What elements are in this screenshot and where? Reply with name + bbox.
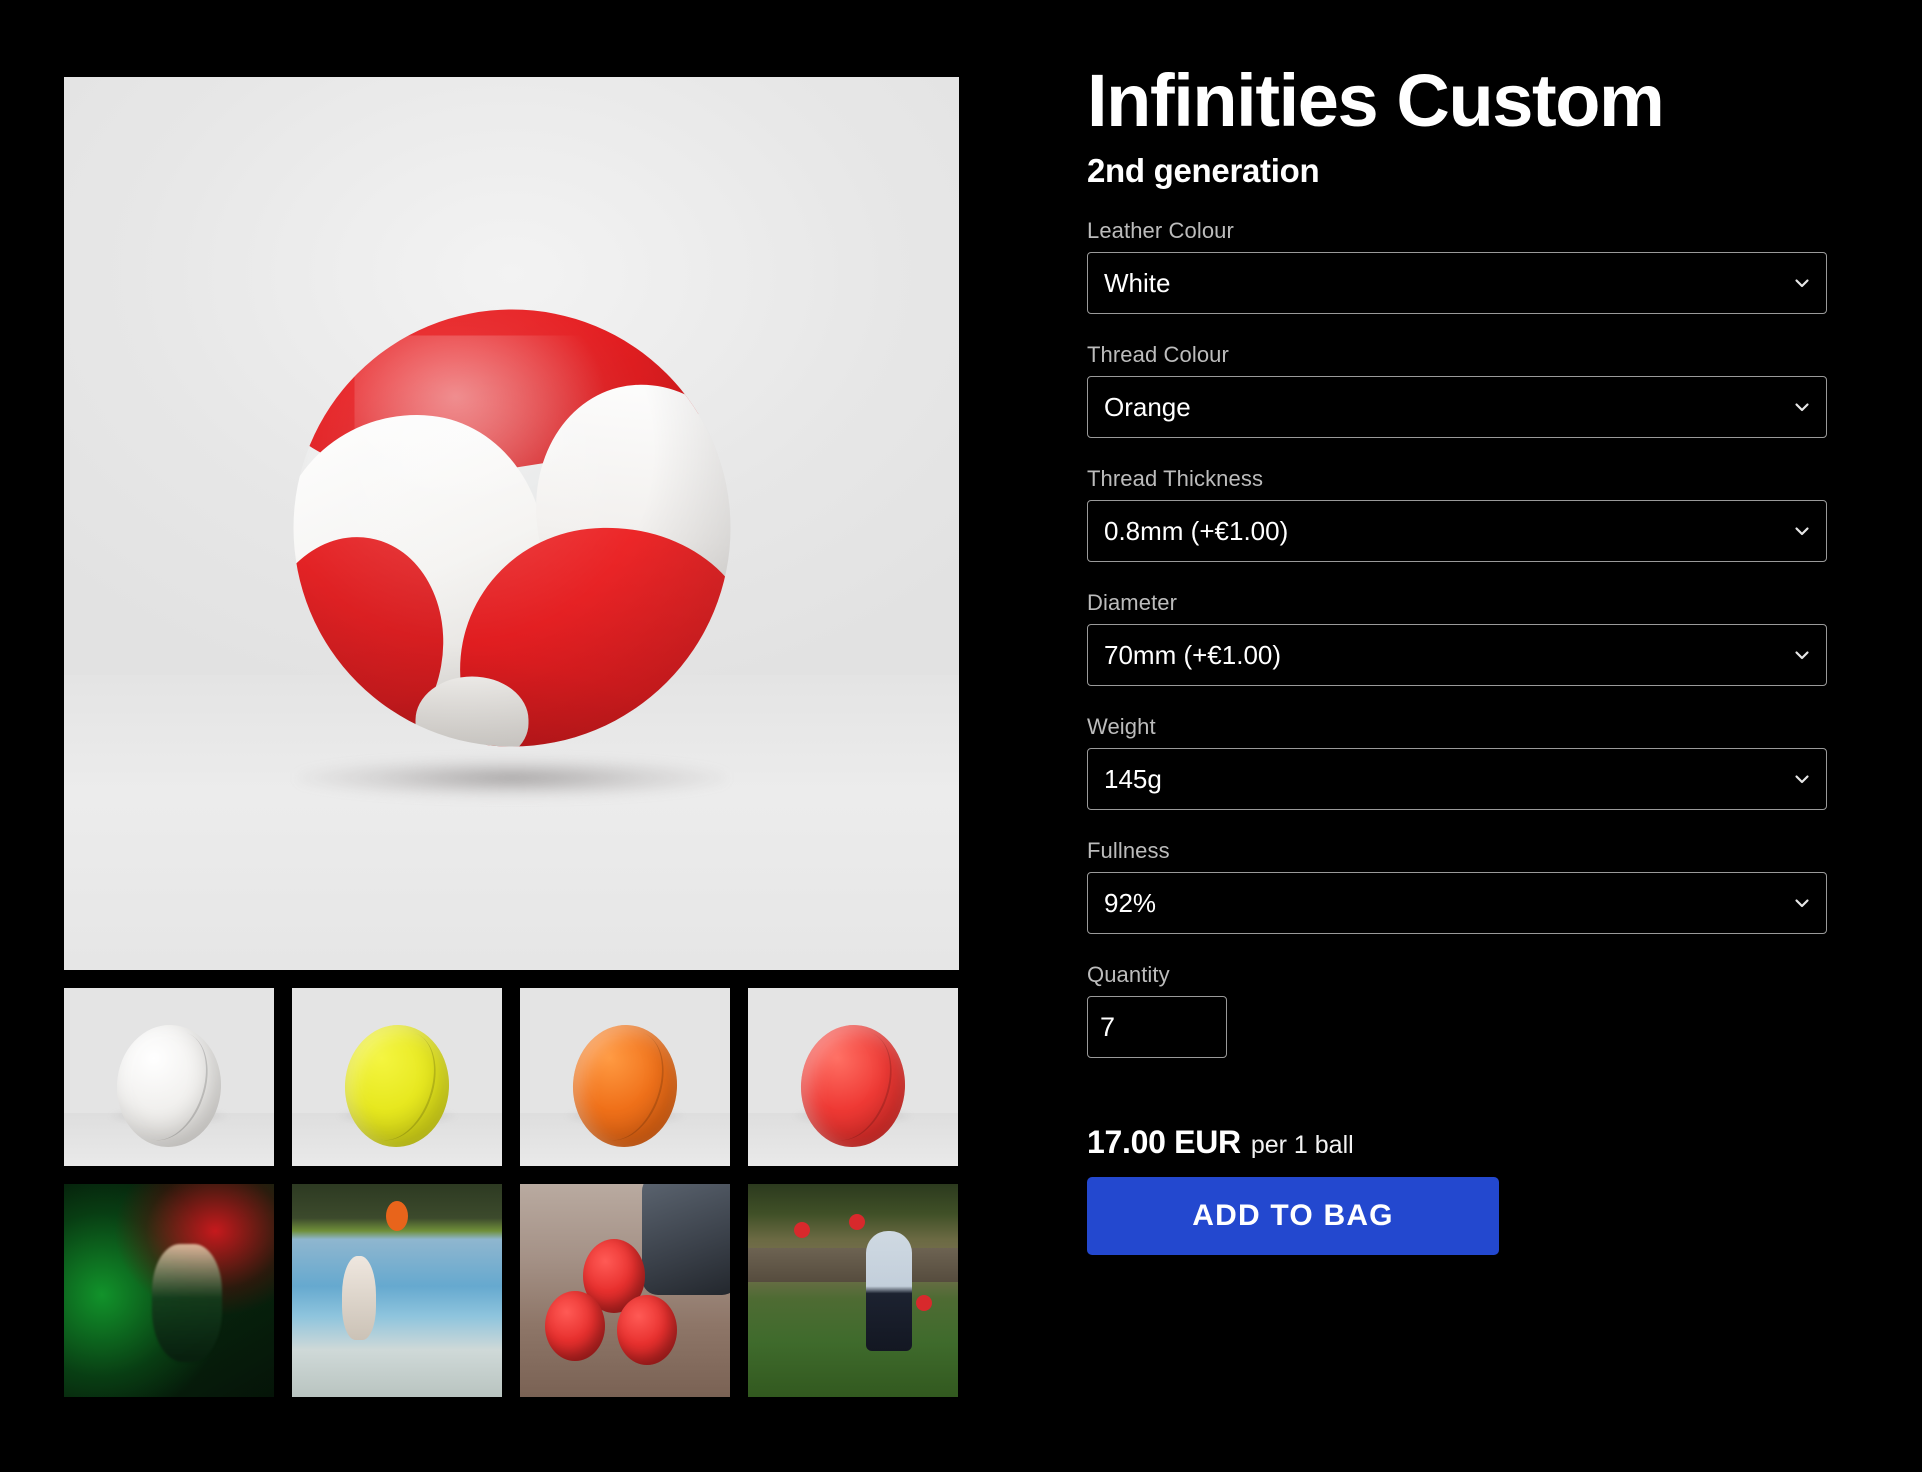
video-thumbnail-hand-holding-balls[interactable] xyxy=(520,1184,730,1397)
select-wrap-fullness: 92% xyxy=(1087,872,1827,934)
price-amount: 17.00 EUR xyxy=(1087,1124,1241,1160)
product-page: Infinities Custom 2nd generation Leather… xyxy=(0,0,1922,1472)
product-gallery xyxy=(64,77,959,1397)
select-value-weight: 145g xyxy=(1104,763,1162,794)
select-value-diameter: 70mm (+€1.00) xyxy=(1104,639,1282,670)
label-thread-colour: Thread Colour xyxy=(1087,342,1229,367)
video-ball xyxy=(545,1290,606,1361)
video-ball xyxy=(916,1294,932,1311)
thumbnail-orange-ball[interactable] xyxy=(520,988,730,1166)
price-row: 17.00 EUR per 1 ball xyxy=(1087,1124,1827,1161)
thumbnail-yellow-ball[interactable] xyxy=(292,988,502,1166)
select-wrap-weight: 145g xyxy=(1087,748,1827,810)
field-thread-colour: Thread Colour Orange xyxy=(1087,342,1827,438)
hero-ball-shadow xyxy=(296,758,727,798)
price-unit: per 1 ball xyxy=(1250,1131,1354,1159)
video-thumbnail-stage-lasers[interactable] xyxy=(64,1184,274,1397)
field-thread-thickness: Thread Thickness 0.8mm (+€1.00) xyxy=(1087,466,1827,562)
label-leather-colour: Leather Colour xyxy=(1087,218,1234,243)
select-value-fullness: 92% xyxy=(1104,887,1157,918)
select-fullness[interactable]: 92% xyxy=(1087,872,1827,934)
select-wrap-diameter: 70mm (+€1.00) xyxy=(1087,624,1827,686)
field-fullness: Fullness 92% xyxy=(1087,838,1827,934)
video-thumbnail-row xyxy=(64,1184,959,1397)
field-quantity: Quantity xyxy=(1087,962,1827,1058)
thumbnail-red-ball[interactable] xyxy=(748,988,958,1166)
hero-juggling-ball xyxy=(293,309,730,747)
label-weight: Weight xyxy=(1087,714,1156,739)
hero-image[interactable] xyxy=(64,77,959,970)
select-wrap-thread-colour: Orange xyxy=(1087,376,1827,438)
select-leather-colour[interactable]: White xyxy=(1087,252,1827,314)
select-wrap-thread-thickness: 0.8mm (+€1.00) xyxy=(1087,500,1827,562)
quantity-input[interactable] xyxy=(1087,996,1227,1058)
label-thread-thickness: Thread Thickness xyxy=(1087,466,1264,491)
select-wrap-leather-colour: White xyxy=(1087,252,1827,314)
product-title: Infinities Custom xyxy=(1087,59,1665,142)
label-fullness: Fullness xyxy=(1087,838,1170,863)
select-diameter[interactable]: 70mm (+€1.00) xyxy=(1087,624,1827,686)
select-weight[interactable]: 145g xyxy=(1087,748,1827,810)
field-leather-colour: Leather Colour White xyxy=(1087,218,1827,314)
field-diameter: Diameter 70mm (+€1.00) xyxy=(1087,590,1827,686)
colour-thumbnail-row xyxy=(64,988,959,1166)
select-thread-colour[interactable]: Orange xyxy=(1087,376,1827,438)
video-ball xyxy=(794,1222,811,1239)
select-thread-thickness[interactable]: 0.8mm (+€1.00) xyxy=(1087,500,1827,562)
thumbnail-white-ball[interactable] xyxy=(64,988,274,1166)
select-value-leather-colour: White xyxy=(1104,267,1171,298)
add-to-bag-button[interactable]: ADD TO BAG xyxy=(1087,1177,1499,1255)
product-subtitle: 2nd generation xyxy=(1087,152,1320,189)
select-value-thread-thickness: 0.8mm (+€1.00) xyxy=(1104,515,1289,546)
select-value-thread-colour: Orange xyxy=(1104,391,1191,422)
label-quantity: Quantity xyxy=(1087,962,1170,987)
field-weight: Weight 145g xyxy=(1087,714,1827,810)
label-diameter: Diameter xyxy=(1087,590,1178,615)
product-details-panel: Infinities Custom 2nd generation Leather… xyxy=(1087,64,1827,1255)
video-thumbnail-girl-juggling[interactable] xyxy=(748,1184,958,1397)
video-ball xyxy=(848,1213,865,1230)
video-ball xyxy=(616,1294,677,1365)
video-thumbnail-poolside[interactable] xyxy=(292,1184,502,1397)
